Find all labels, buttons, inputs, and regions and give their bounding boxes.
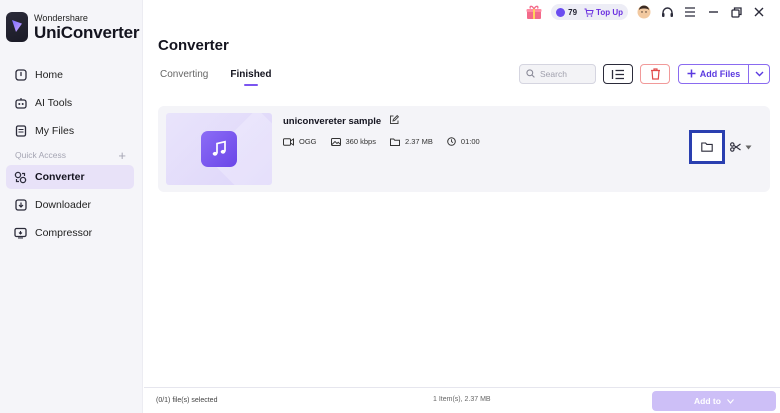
- add-files-label: Add Files: [699, 69, 741, 79]
- video-camera-icon: [283, 137, 294, 146]
- quick-access-label: Quick Access: [15, 150, 67, 160]
- caret-down-icon: [745, 145, 752, 149]
- files-icon: [14, 125, 27, 138]
- coin-icon: [556, 7, 566, 17]
- sidebar-item-my-files[interactable]: My Files: [6, 119, 134, 143]
- status-bar: (0/1) file(s) selected 1 Item(s), 2.37 M…: [144, 387, 780, 413]
- chevron-down-icon: [755, 71, 763, 77]
- close-icon[interactable]: [752, 5, 766, 19]
- converter-icon: [14, 171, 27, 184]
- sidebar-item-label: AI Tools: [35, 97, 73, 109]
- download-icon: [14, 199, 27, 212]
- clock-icon: [447, 137, 456, 146]
- add-files-button[interactable]: Add Files: [678, 64, 749, 84]
- folder-icon: [389, 138, 400, 146]
- trim-button[interactable]: [730, 142, 752, 152]
- delete-button[interactable]: [640, 64, 670, 84]
- scissors-icon: [730, 142, 741, 152]
- gift-icon[interactable]: [526, 5, 542, 20]
- search-box[interactable]: [519, 64, 596, 84]
- sidebar: Wondershare UniConverter Home AI Tools M…: [0, 0, 143, 413]
- menu-icon[interactable]: [683, 5, 697, 19]
- file-card[interactable]: uniconvereter sample OGG 360 kbps 2.37 M…: [158, 106, 770, 192]
- file-thumbnail: [166, 113, 272, 185]
- cart-icon: [584, 8, 594, 17]
- edit-icon[interactable]: [389, 114, 400, 128]
- headset-support-icon[interactable]: [660, 5, 674, 19]
- file-duration: 01:00: [460, 137, 480, 146]
- folder-open-icon: [701, 142, 713, 152]
- open-folder-button[interactable]: [689, 130, 725, 164]
- sidebar-item-label: Converter: [35, 171, 85, 183]
- sidebar-nav: Home AI Tools My Files Quick Access + Co…: [6, 63, 134, 249]
- tab-converting[interactable]: Converting: [160, 69, 208, 80]
- quick-access-header: Quick Access +: [6, 147, 134, 163]
- search-input[interactable]: [540, 69, 590, 79]
- title-bar: 79 Top Up: [526, 3, 766, 21]
- sidebar-item-converter[interactable]: Converter: [6, 165, 134, 189]
- sidebar-item-label: Compressor: [35, 227, 93, 239]
- file-size: 2.37 MB: [404, 137, 433, 146]
- items-summary: 1 Item(s), 2.37 MB: [433, 396, 491, 403]
- sidebar-item-home[interactable]: Home: [6, 63, 134, 87]
- file-bitrate: 360 kbps: [345, 137, 376, 146]
- add-quick-access-icon[interactable]: +: [118, 148, 126, 163]
- sort-list-button[interactable]: [603, 64, 633, 84]
- chevron-down-icon: [727, 398, 734, 404]
- sidebar-item-downloader[interactable]: Downloader: [6, 193, 134, 217]
- tab-finished[interactable]: Finished: [230, 69, 271, 86]
- trash-icon: [650, 68, 660, 80]
- page-title: Converter: [158, 37, 229, 54]
- home-icon: [14, 69, 27, 82]
- add-to-label: Add to: [694, 396, 721, 406]
- minimize-icon[interactable]: [706, 5, 720, 19]
- brand: Wondershare UniConverter: [6, 12, 139, 42]
- plus-icon: [687, 69, 696, 80]
- compress-icon: [14, 227, 27, 240]
- top-up-label: Top Up: [596, 7, 623, 17]
- list-order-icon: [611, 69, 624, 79]
- file-meta: OGG 360 kbps 2.37 MB 01:00: [283, 137, 494, 146]
- selected-count: (0/1) file(s) selected: [156, 397, 218, 404]
- add-files-dropdown[interactable]: [749, 64, 770, 84]
- coin-count: 79: [568, 7, 578, 17]
- file-name: uniconvereter sample: [283, 116, 382, 127]
- brand-product: UniConverter: [34, 22, 140, 42]
- sidebar-item-label: Downloader: [35, 199, 92, 211]
- sidebar-item-ai-tools[interactable]: AI Tools: [6, 91, 134, 115]
- restore-icon[interactable]: [729, 5, 743, 19]
- top-up-button[interactable]: Top Up: [584, 8, 623, 17]
- robot-icon: [14, 97, 27, 110]
- coins-badge[interactable]: 79 Top Up: [551, 4, 628, 20]
- music-note-icon: [201, 131, 237, 167]
- brand-company: Wondershare: [34, 12, 88, 23]
- avatar[interactable]: [637, 5, 651, 19]
- add-to-button[interactable]: Add to: [652, 391, 776, 411]
- search-icon: [526, 65, 535, 83]
- uniconverter-logo-icon: [6, 12, 28, 42]
- file-name-row: uniconvereter sample: [283, 114, 400, 128]
- sidebar-item-label: Home: [35, 69, 64, 81]
- file-format: OGG: [299, 137, 317, 146]
- sidebar-item-label: My Files: [35, 125, 75, 137]
- image-icon: [330, 137, 341, 146]
- sidebar-item-compressor[interactable]: Compressor: [6, 221, 134, 245]
- tab-bar: Converting Finished: [160, 69, 271, 86]
